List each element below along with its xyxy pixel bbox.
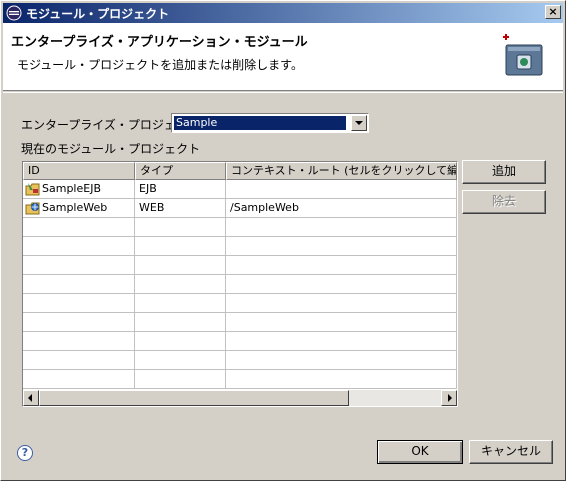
eclipse-app-icon <box>6 5 22 21</box>
cancel-button[interactable]: キャンセル <box>469 440 553 464</box>
ejb-project-icon <box>25 183 40 196</box>
empty-row <box>23 313 457 332</box>
table-cell-id: SampleWeb <box>23 199 135 217</box>
empty-row <box>23 332 457 351</box>
table-body: SampleEJB EJB SampleWeb WEB /SampleWeb <box>23 180 457 389</box>
row-type: EJB <box>135 180 226 198</box>
empty-row <box>23 351 457 370</box>
close-icon: × <box>548 5 558 18</box>
scroll-left-icon[interactable] <box>23 390 39 406</box>
banner-separator <box>3 92 563 93</box>
empty-row <box>23 294 457 313</box>
table-cell-id: SampleEJB <box>23 180 135 198</box>
window-title: モジュール・プロジェクト <box>26 6 170 21</box>
column-header-type[interactable]: タイプ <box>135 162 226 180</box>
enterprise-project-select[interactable]: Sample <box>171 113 369 133</box>
scroll-right-icon[interactable] <box>441 390 457 406</box>
empty-row <box>23 370 457 389</box>
ok-button[interactable]: OK <box>377 440 463 464</box>
row-context-root[interactable] <box>226 180 457 198</box>
help-icon[interactable]: ? <box>17 445 33 461</box>
enterprise-project-value: Sample <box>174 116 346 130</box>
wizard-banner: エンタープライズ・アプリケーション・モジュール モジュール・プロジェクトを追加ま… <box>3 23 563 91</box>
empty-row <box>23 275 457 294</box>
empty-row <box>23 218 457 237</box>
table-header: ID タイプ コンテキスト・ルート (セルをクリックして編集) <box>23 162 457 180</box>
banner-heading: エンタープライズ・アプリケーション・モジュール <box>11 35 308 50</box>
row-id: SampleEJB <box>42 182 101 195</box>
row-context-root[interactable]: /SampleWeb <box>226 199 457 217</box>
close-button[interactable]: × <box>545 5 561 19</box>
column-header-context-root[interactable]: コンテキスト・ルート (セルをクリックして編集) <box>226 162 457 180</box>
column-header-id[interactable]: ID <box>23 162 135 180</box>
module-project-wizard-icon <box>503 34 543 76</box>
title-bar[interactable]: モジュール・プロジェクト × <box>3 3 563 23</box>
web-project-icon <box>25 202 40 215</box>
scrollbar-thumb[interactable] <box>39 390 349 406</box>
table-row[interactable]: SampleEJB EJB <box>23 180 457 199</box>
horizontal-scrollbar[interactable] <box>23 390 457 406</box>
empty-row <box>23 256 457 275</box>
banner-description: モジュール・プロジェクトを追加または削除します。 <box>17 58 303 72</box>
row-id: SampleWeb <box>42 201 108 214</box>
dialog-window: モジュール・プロジェクト × エンタープライズ・アプリケーション・モジュール モ… <box>0 0 566 481</box>
remove-button[interactable]: 除去 <box>462 190 546 214</box>
current-modules-label: 現在のモジュール・プロジェクト <box>21 142 201 156</box>
module-projects-table[interactable]: ID タイプ コンテキスト・ルート (セルをクリックして編集) SampleEJ… <box>22 161 458 407</box>
chevron-down-icon[interactable] <box>351 115 367 131</box>
row-type: WEB <box>135 199 226 217</box>
table-row[interactable]: SampleWeb WEB /SampleWeb <box>23 199 457 218</box>
empty-row <box>23 237 457 256</box>
add-button[interactable]: 追加 <box>462 160 546 184</box>
